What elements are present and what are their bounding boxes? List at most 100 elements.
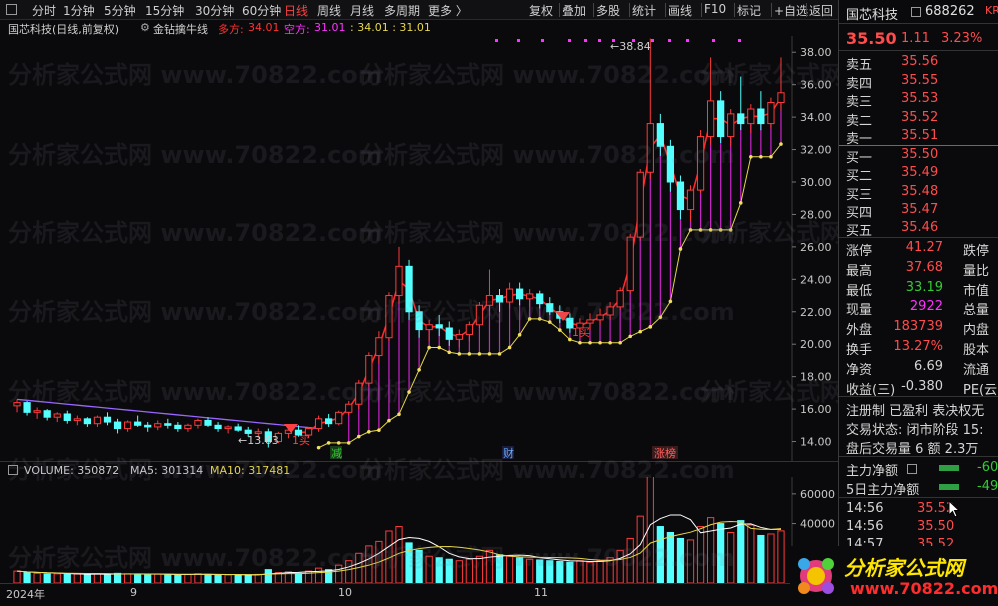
site-logo: 分析家公式网 www.70822.com [790, 546, 998, 606]
toolbar-button[interactable]: +自选 [774, 2, 808, 19]
candlestick-chart[interactable]: 38.00 36.00 34.00 32.00 30.00 28.00 26.00 24.00… [0, 36, 838, 461]
candle-body [164, 423, 172, 426]
candle-body [123, 421, 132, 430]
stat-row: 收益(三)-0.380PE(云) [846, 378, 998, 398]
low-price-label: ←13.63 [238, 434, 279, 447]
volume-bar [123, 573, 132, 583]
support-dot [708, 228, 713, 232]
main-flow-row[interactable]: 主力净额 -60 [839, 459, 998, 479]
tab-timeframe[interactable]: 分时 [32, 2, 56, 19]
candle-body [435, 324, 443, 329]
volume-bar [154, 573, 162, 583]
candle-body [355, 382, 363, 405]
tab-timeframe[interactable]: 5分钟 [104, 2, 136, 19]
tick-row: 14:56 35.52 [846, 501, 955, 516]
tab-timeframe[interactable]: 月线 [350, 2, 374, 19]
menu-square-icon[interactable] [911, 7, 921, 17]
bid-row: 买四 35.47 [839, 201, 998, 221]
volume-bar [234, 574, 242, 583]
volume-box-icon[interactable] [8, 465, 18, 475]
date-label-year: 2024年 [6, 588, 45, 601]
volume-bar [656, 526, 664, 583]
volume-bar [576, 560, 584, 583]
support-dot [427, 345, 431, 350]
candle-body [174, 424, 182, 430]
toolbar-button[interactable]: 叠加 [562, 2, 586, 19]
candle-body [696, 136, 705, 191]
candle-body [586, 319, 594, 324]
support-dot [688, 228, 693, 232]
bid-label: 买三 [846, 187, 873, 203]
toolbar-button[interactable]: 多股 [596, 2, 620, 19]
candle-body [375, 337, 383, 357]
bid-label: 买一 [846, 151, 873, 166]
volume-bar [93, 573, 102, 583]
toolbar-button[interactable]: 标记 [737, 2, 761, 19]
tab-timeframe[interactable]: 周线 [317, 2, 341, 19]
volume-bar [53, 573, 61, 583]
candle-body [154, 423, 162, 428]
gear-icon[interactable]: ⚙ [140, 21, 150, 34]
event-label-finance: 财 [503, 446, 514, 460]
indicator-name[interactable]: 金钻擒牛线 [153, 21, 208, 37]
bid-label: 买二 [846, 169, 873, 185]
long-label: 多方: [218, 23, 244, 36]
volume-chart[interactable]: 600004000020000 [0, 477, 838, 583]
y-tick-label: 30.00 [800, 176, 832, 189]
tab-timeframe[interactable]: 更多 〉 [428, 2, 468, 19]
tab-timeframe[interactable]: 60分钟 [242, 2, 281, 19]
ask-price: 35.55 [901, 72, 939, 88]
candle-body [777, 92, 785, 104]
bid-row: 买一 35.50 [839, 146, 998, 166]
support-dot [628, 334, 632, 339]
volume-title-bar: VOLUME: 350872 MA5: 301314 MA10: 317481 [0, 461, 838, 477]
price-row: 35.50 1.11 3.23% [839, 28, 998, 50]
volume-bar [666, 531, 675, 583]
bid-price: 35.46 [901, 220, 939, 236]
volume-bar [103, 573, 112, 583]
volume-bar [505, 555, 514, 583]
info-tags: 注册制 已盈利 表决权无 [846, 404, 985, 419]
signal-dot [568, 39, 571, 42]
toolbar-button[interactable]: 复权 [529, 2, 553, 19]
stat-row: 最高 37.68 量比 [846, 259, 990, 279]
support-dot [648, 325, 653, 329]
after-hours: 盘后交易量 6 额 2.3万 [846, 442, 979, 457]
toolbar-button[interactable]: 统计 [632, 2, 656, 19]
candle-body [636, 171, 644, 238]
candle-body [224, 426, 232, 430]
tab-timeframe[interactable]: 30分钟 [195, 2, 234, 19]
support-dot [527, 317, 532, 321]
ask-label: 卖四 [846, 76, 873, 92]
support-dot [397, 412, 401, 417]
bid-price: 35.48 [901, 183, 939, 199]
support-dot [447, 350, 452, 355]
menu-square-icon[interactable] [6, 4, 17, 15]
volume-bar [435, 557, 443, 583]
toolbar-button[interactable]: F10 [704, 2, 726, 16]
bid-price: 35.49 [901, 165, 939, 181]
volume-bar [445, 558, 453, 583]
five-day-flow-row[interactable]: 5日主力净额 -49 [839, 478, 998, 498]
list-icon[interactable] [907, 464, 917, 474]
tab-timeframe[interactable]: 日线 [284, 2, 308, 19]
short-value: 31.01 [314, 21, 346, 34]
volume-label: VOLUME: 350872 [24, 464, 120, 477]
candle-body [516, 288, 524, 300]
candle-body [43, 410, 51, 418]
candle-body [234, 426, 242, 431]
tab-timeframe[interactable]: 1分钟 [63, 2, 95, 19]
candle-body [33, 410, 41, 413]
toolbar-button[interactable]: 返回 [809, 2, 833, 19]
volume-bar [636, 515, 644, 583]
tab-timeframe[interactable]: 多周期 [384, 2, 420, 19]
tab-timeframe[interactable]: 15分钟 [145, 2, 184, 19]
toolbar-button[interactable]: 画线 [668, 2, 692, 19]
ask-label: 卖三 [846, 95, 873, 110]
tick-row: 14:56 35.50 [846, 519, 955, 534]
candle-body [717, 100, 725, 138]
candle-body [465, 324, 473, 335]
candle-body [706, 100, 715, 138]
stat-row: 外盘 183739 内盘 [846, 319, 990, 339]
bid-price: 35.47 [901, 201, 939, 217]
